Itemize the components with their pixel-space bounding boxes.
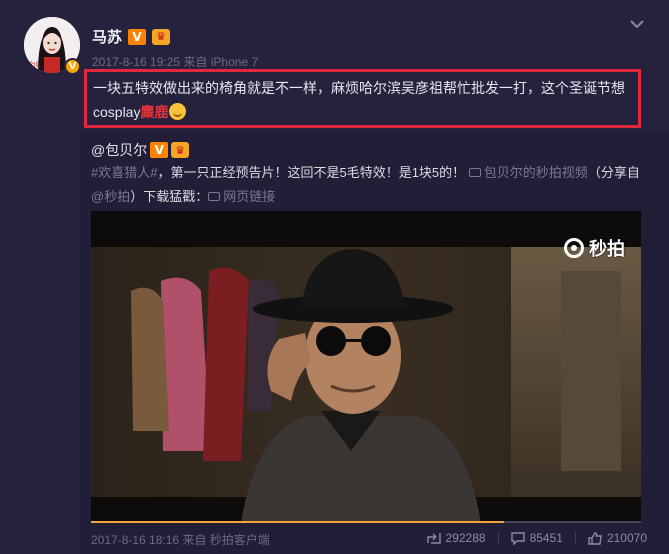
share-suffix: ）下载猛戳： bbox=[130, 189, 209, 204]
verified-badge-icon: V bbox=[64, 58, 81, 75]
repost-count: 292288 bbox=[445, 531, 486, 545]
post-author-row: 马苏 V ♛ bbox=[92, 26, 171, 47]
share-prefix: （分享自 bbox=[587, 165, 640, 180]
comment-count: 85451 bbox=[529, 531, 563, 545]
comment-icon bbox=[510, 531, 525, 545]
weibo-post-card: YoL V 马苏 V ♛ 2017-8-16 19:25 来自 iPhone 7… bbox=[0, 0, 669, 554]
link-icon bbox=[208, 192, 221, 201]
post-author-name[interactable]: 马苏 bbox=[92, 26, 122, 47]
blush-emoji-icon bbox=[169, 103, 187, 120]
verified-v-icon[interactable]: V bbox=[150, 142, 169, 158]
repost-author-row: @包贝尔 V ♛ bbox=[91, 140, 190, 160]
post-text: 一块五特效做出来的椅角就是不一样，麻烦哈尔滨吴彦祖帮忙批发一打，这个圣诞节想co… bbox=[93, 76, 641, 124]
like-button[interactable]: 210070 bbox=[574, 531, 647, 545]
vip-crown-icon[interactable]: ♛ bbox=[171, 142, 190, 158]
like-count: 210070 bbox=[606, 531, 647, 545]
repost-meta[interactable]: 2017-8-16 18:16 来自 秒拍客户端 bbox=[91, 531, 270, 548]
miaopai-logo-icon bbox=[564, 238, 584, 258]
video-link-label: 包贝尔的秒拍视频 bbox=[483, 165, 588, 180]
verified-v-icon[interactable]: V bbox=[128, 28, 147, 45]
comment-button[interactable]: 85451 bbox=[497, 531, 563, 545]
miaopai-mention-link[interactable]: @秒拍 bbox=[91, 189, 130, 204]
chevron-down-icon[interactable] bbox=[629, 18, 645, 30]
video-icon bbox=[468, 168, 481, 177]
share-icon bbox=[426, 533, 441, 544]
avatar-caption: YoL bbox=[26, 60, 41, 69]
miaopai-watermark: 秒拍 bbox=[564, 235, 625, 261]
repost-body: ，第一只正经预告片！这回不是5毛特效！是1块5的！ bbox=[157, 165, 466, 180]
repost-stats: 292288 85451 210070 bbox=[426, 531, 647, 545]
post-meta[interactable]: 2017-8-16 19:25 来自 iPhone 7 bbox=[92, 53, 258, 70]
video-player[interactable]: 秒拍 bbox=[91, 211, 641, 523]
web-link[interactable]: 网页链接 bbox=[208, 189, 275, 204]
vip-crown-icon[interactable]: ♛ bbox=[152, 28, 171, 45]
repost-text: #欢喜猎人#，第一只正经预告片！这回不是5毛特效！是1块5的！ 包贝尔的秒拍视频… bbox=[91, 161, 641, 209]
video-progress-fill bbox=[91, 521, 504, 523]
thumbs-up-icon bbox=[588, 531, 602, 545]
post-text-highlight: 麋鹿 bbox=[140, 104, 169, 120]
web-link-label: 网页链接 bbox=[223, 189, 276, 204]
video-progress-bar[interactable] bbox=[91, 521, 641, 523]
hashtag-link[interactable]: #欢喜猎人# bbox=[91, 165, 157, 180]
repost-author-name[interactable]: @包贝尔 bbox=[91, 140, 147, 160]
video-frame bbox=[91, 211, 641, 523]
repost-button[interactable]: 292288 bbox=[426, 531, 486, 545]
miaopai-watermark-text: 秒拍 bbox=[589, 239, 625, 259]
video-link[interactable]: 包贝尔的秒拍视频 bbox=[468, 165, 588, 180]
